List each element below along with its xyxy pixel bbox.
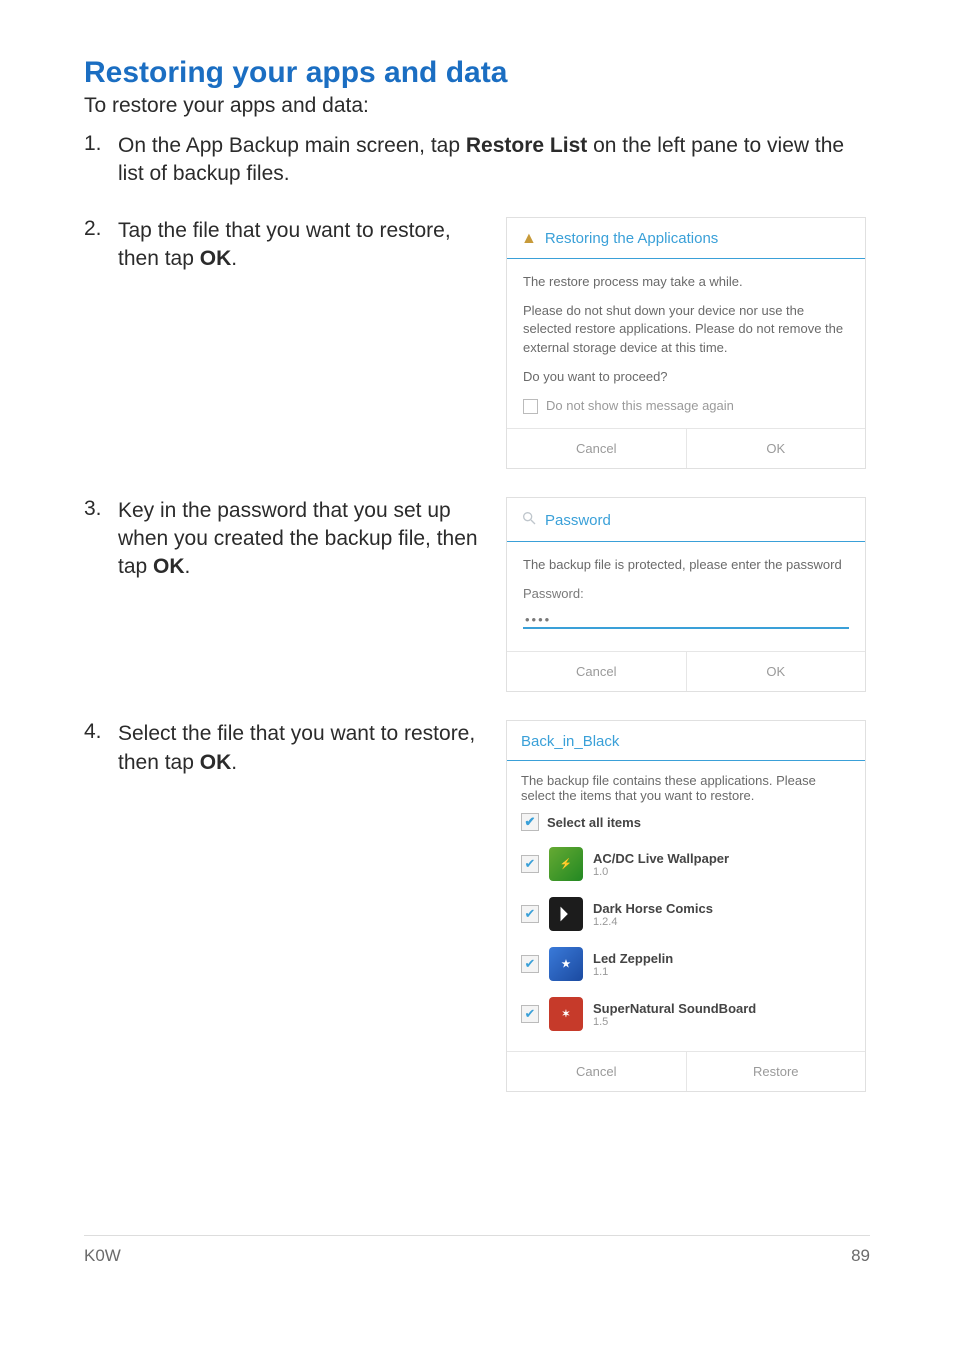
app-icon	[549, 897, 583, 931]
t: .	[231, 751, 237, 774]
dialog-text: Do you want to proceed?	[523, 368, 849, 387]
document-page: Restoring your apps and data To restore …	[0, 0, 954, 1300]
checkbox-checked-icon[interactable]: ✔	[521, 855, 539, 873]
dialog-title-row: ▲ Restoring the Applications	[507, 218, 865, 259]
checkbox-checked-icon[interactable]: ✔	[521, 813, 539, 831]
app-version: 1.5	[593, 1016, 756, 1028]
cancel-button[interactable]: Cancel	[507, 429, 686, 468]
screenshot-password-dialog: Password The backup file is protected, p…	[506, 497, 870, 693]
step-2-text: 2. Tap the file that you want to restore…	[84, 217, 484, 274]
footer-model: K0W	[84, 1246, 121, 1266]
dialog-actions: Cancel OK	[507, 428, 865, 468]
dialog-body: The backup file is protected, please ent…	[507, 542, 865, 652]
checkbox-checked-icon[interactable]: ✔	[521, 1005, 539, 1023]
dialog-title-row: Password	[507, 498, 865, 542]
password-label: Password:	[523, 585, 849, 604]
step-body: On the App Backup main screen, tap Resto…	[118, 132, 870, 189]
app-version: 1.1	[593, 966, 673, 978]
dialog-text: The restore process may take a while.	[523, 273, 849, 292]
do-not-show-row[interactable]: Do not show this message again	[523, 397, 849, 416]
t-bold: Restore List	[466, 134, 587, 157]
checkbox-label: Do not show this message again	[546, 397, 734, 416]
app-icon: ✶	[549, 997, 583, 1031]
app-item[interactable]: ✔ Dark Horse Comics 1.2.4	[521, 889, 851, 939]
checkbox-empty-icon[interactable]	[523, 399, 538, 414]
dialog-actions: Cancel OK	[507, 651, 865, 691]
app-name: Dark Horse Comics	[593, 901, 713, 916]
t: .	[231, 247, 237, 270]
t-bold: OK	[200, 751, 232, 774]
select-items-dialog: Back_in_Black The backup file contains t…	[506, 720, 866, 1092]
step-1: 1. On the App Backup main screen, tap Re…	[84, 132, 870, 189]
t: .	[185, 555, 191, 578]
cancel-button[interactable]: Cancel	[507, 652, 686, 691]
dialog-title: Password	[545, 512, 611, 529]
t: On the App Backup main screen, tap	[118, 134, 466, 157]
warning-icon: ▲	[521, 230, 537, 248]
step-1-text: 1. On the App Backup main screen, tap Re…	[84, 132, 870, 189]
page-title: Restoring your apps and data	[84, 56, 870, 90]
cancel-button[interactable]: Cancel	[507, 1052, 686, 1091]
app-meta: SuperNatural SoundBoard 1.5	[593, 1001, 756, 1028]
footer-page-number: 89	[851, 1246, 870, 1266]
intro-text: To restore your apps and data:	[84, 94, 870, 118]
checkbox-checked-icon[interactable]: ✔	[521, 955, 539, 973]
step-number: 4.	[84, 720, 118, 777]
restore-button[interactable]: Restore	[686, 1052, 866, 1091]
app-name: AC/DC Live Wallpaper	[593, 851, 729, 866]
dialog-text: The backup file is protected, please ent…	[523, 556, 849, 575]
t-bold: OK	[200, 247, 232, 270]
step-number: 2.	[84, 217, 118, 274]
password-dialog: Password The backup file is protected, p…	[506, 497, 866, 693]
app-meta: Led Zeppelin 1.1	[593, 951, 673, 978]
app-meta: Dark Horse Comics 1.2.4	[593, 901, 713, 928]
t: Select the file that you want to restore…	[118, 722, 475, 773]
select-all-row[interactable]: ✔ Select all items	[521, 813, 851, 831]
step-3: 3. Key in the password that you set up w…	[84, 497, 870, 693]
step-number: 1.	[84, 132, 118, 189]
app-icon: ★	[549, 947, 583, 981]
dialog-body: The backup file contains these applicati…	[507, 761, 865, 1051]
dialog-body: The restore process may take a while. Pl…	[507, 259, 865, 428]
screenshot-restore-dialog: ▲ Restoring the Applications The restore…	[506, 217, 870, 469]
select-all-label: Select all items	[547, 815, 641, 830]
step-3-text: 3. Key in the password that you set up w…	[84, 497, 484, 582]
dialog-text: The backup file contains these applicati…	[521, 773, 851, 803]
step-body: Tap the file that you want to restore, t…	[118, 217, 484, 274]
app-name: Led Zeppelin	[593, 951, 673, 966]
app-item[interactable]: ✔ ★ Led Zeppelin 1.1	[521, 939, 851, 989]
checkbox-checked-icon[interactable]: ✔	[521, 905, 539, 923]
dialog-text: Please do not shut down your device nor …	[523, 302, 849, 359]
app-version: 1.0	[593, 866, 729, 878]
dialog-title: Back_in_Black	[507, 721, 865, 761]
dialog-title: Restoring the Applications	[545, 230, 718, 247]
page-footer: K0W 89	[84, 1235, 870, 1266]
step-4-text: 4. Select the file that you want to rest…	[84, 720, 484, 777]
dialog-actions: Cancel Restore	[507, 1051, 865, 1091]
step-number: 3.	[84, 497, 118, 582]
app-version: 1.2.4	[593, 916, 713, 928]
step-body: Key in the password that you set up when…	[118, 497, 484, 582]
t-bold: OK	[153, 555, 185, 578]
screenshot-select-dialog: Back_in_Black The backup file contains t…	[506, 720, 870, 1092]
app-name: SuperNatural SoundBoard	[593, 1001, 756, 1016]
t: Tap the file that you want to restore, t…	[118, 219, 451, 270]
step-4: 4. Select the file that you want to rest…	[84, 720, 870, 1092]
app-item[interactable]: ✔ ✶ SuperNatural SoundBoard 1.5	[521, 989, 851, 1039]
app-icon: ⚡	[549, 847, 583, 881]
magnifier-icon	[521, 510, 537, 531]
step-body: Select the file that you want to restore…	[118, 720, 484, 777]
ok-button[interactable]: OK	[686, 429, 866, 468]
restore-dialog: ▲ Restoring the Applications The restore…	[506, 217, 866, 469]
ok-button[interactable]: OK	[686, 652, 866, 691]
step-2: 2. Tap the file that you want to restore…	[84, 217, 870, 469]
app-meta: AC/DC Live Wallpaper 1.0	[593, 851, 729, 878]
app-item[interactable]: ✔ ⚡ AC/DC Live Wallpaper 1.0	[521, 839, 851, 889]
password-input[interactable]: ••••	[523, 607, 849, 629]
